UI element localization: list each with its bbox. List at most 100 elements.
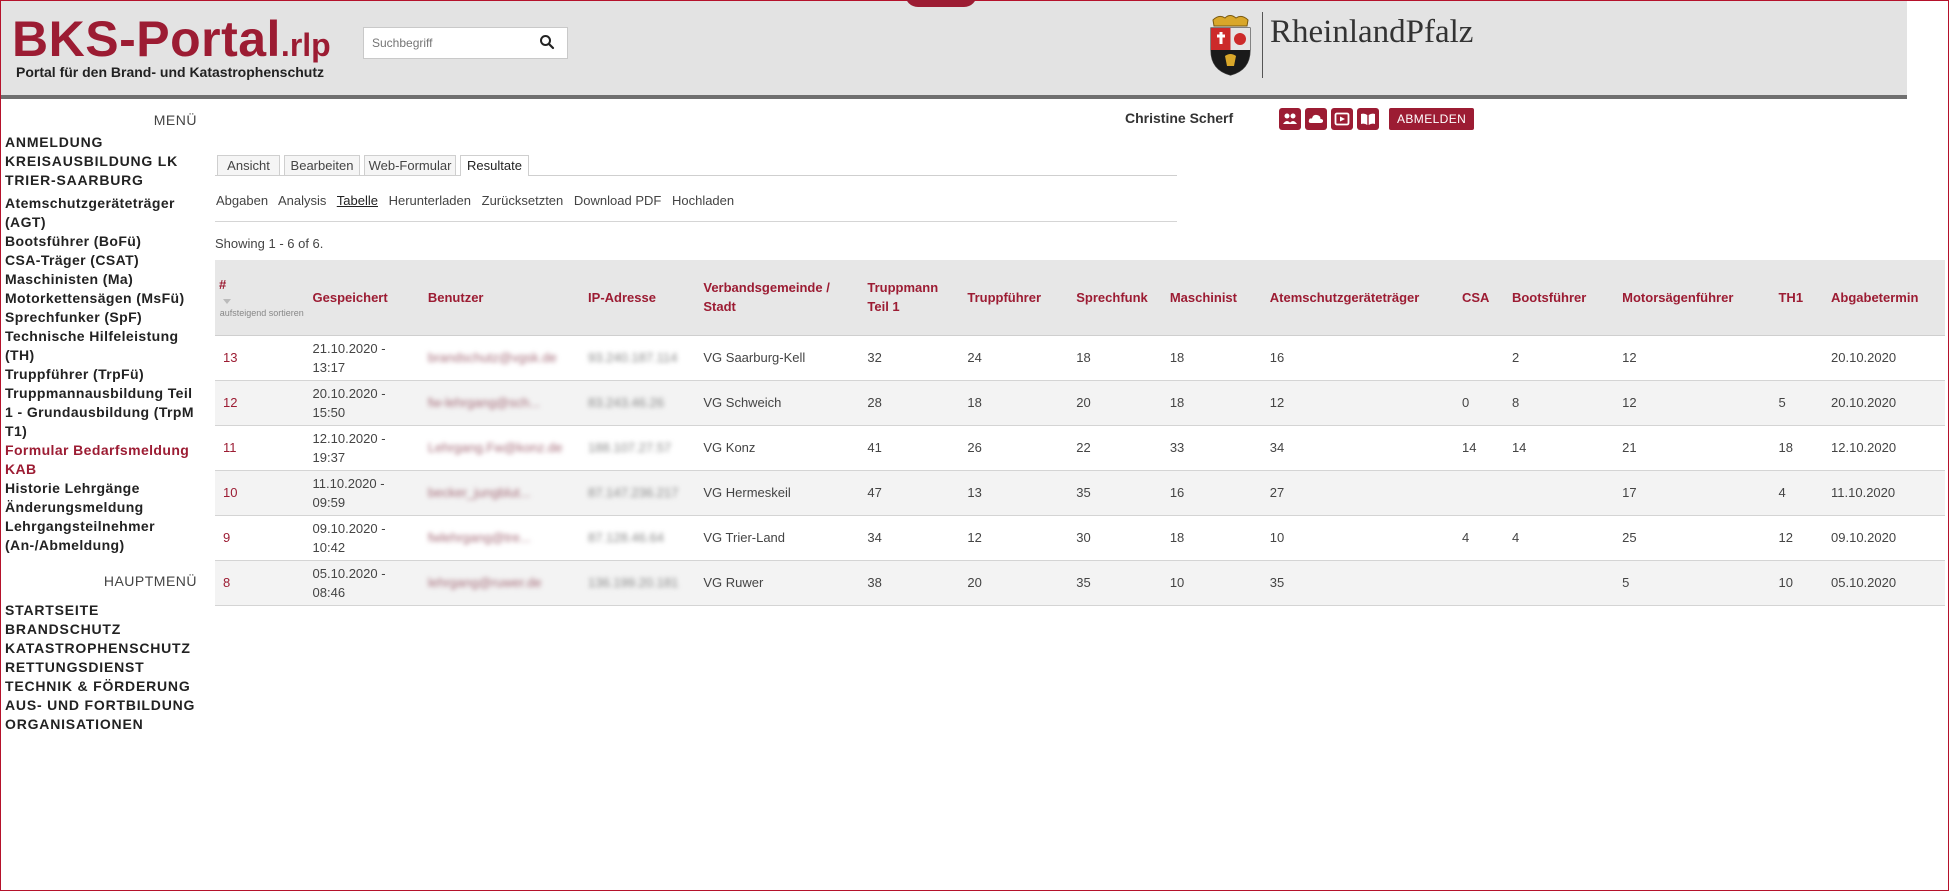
sidebar-item-historie[interactable]: Historie Lehrgänge [0,479,205,498]
portal-logo[interactable]: BKS-Portal.rlp [12,14,331,70]
column-header-motorsaege[interactable]: Motorsägenführer [1618,260,1774,335]
table-cell: 34 [1269,440,1285,455]
column-header-maschinist[interactable]: Maschinist [1166,260,1266,335]
subtab-analysis[interactable]: Analysis [278,193,326,208]
saved-date-cell: 21.10.2020 - 13:17 [312,340,386,375]
deadline-cell: 20.10.2020 [1831,350,1897,365]
subtab-herunterladen[interactable]: Herunterladen [389,193,471,208]
table-cell: 28 [867,395,882,410]
column-header-ip[interactable]: IP-Adresse [584,260,699,335]
column-header-th1[interactable]: TH1 [1774,260,1827,335]
main-menu-startseite[interactable]: STARTSEITE [0,601,205,620]
table-cell: 12 [1269,395,1285,410]
sidebar-item-aenderungsmeldung[interactable]: Änderungsmeldung [0,498,205,517]
tab-resultate[interactable]: Resultate [460,155,529,176]
submission-id-link[interactable]: 9 [215,515,309,560]
sidebar-item-spf[interactable]: Sprechfunker (SpF) [0,308,205,327]
table-cell: 35 [1269,575,1285,590]
table-cell: 33 [1169,440,1185,455]
column-header-bootsfuehrer[interactable]: Bootsführer [1508,260,1618,335]
sidebar-item-teilnehmer[interactable]: Lehrgangsteilnehmer (An-/Abmeldung) [0,517,205,555]
main-menu-rettungsdienst[interactable]: RETTUNGSDIENST [0,658,205,677]
table-cell [1458,560,1508,605]
submission-id-link[interactable]: 12 [215,380,309,425]
ip-address-cell: 87.128.46.64 [588,530,664,545]
column-header-truppfuehrer[interactable]: Truppführer [963,260,1072,335]
submission-id-link[interactable]: 10 [215,470,309,515]
column-header-id[interactable]: # aufsteigend sortieren [215,260,309,335]
main-menu-technik[interactable]: TECHNIK & FÖRDERUNG [0,677,205,696]
tab-ansicht[interactable]: Ansicht [217,155,280,175]
logo-divider [1262,12,1263,78]
table-cell: 35 [1076,485,1091,500]
table-cell: 5 [1778,395,1786,410]
submission-id-link[interactable]: 8 [215,560,309,605]
search-input[interactable] [372,34,532,52]
column-header-gespeichert[interactable]: Gespeichert [309,260,424,335]
logo-main: BKS-Portal [12,11,281,67]
saved-date-cell: 12.10.2020 - 19:37 [312,430,386,465]
tab-web-formular[interactable]: Web-Formular [364,155,456,175]
table-cell: 25 [1622,530,1637,545]
sidebar-item-bedarfsmeldung[interactable]: Formular Bedarfsmeldung KAB [0,441,205,479]
column-header-agt[interactable]: Atemschutzgeräteträger [1266,260,1458,335]
column-header-benutzer[interactable]: Benutzer [424,260,584,335]
group-icon[interactable] [1279,108,1301,130]
column-header-verbandsgemeinde[interactable]: Verbandsgemeinde / Stadt [699,260,863,335]
menu-heading: MENÜ [153,112,197,128]
tab-bearbeiten[interactable]: Bearbeiten [284,155,360,175]
subtab-abgaben[interactable]: Abgaben [216,193,268,208]
main-menu-katastrophenschutz[interactable]: KATASTROPHENSCHUTZ [0,639,205,658]
subtab-tabelle[interactable]: Tabelle [337,193,378,208]
play-icon[interactable] [1331,108,1353,130]
main-menu-ausbildung[interactable]: AUS- UND FORTBILDUNG [0,696,205,715]
submission-id-link[interactable]: 13 [215,335,309,380]
table-cell: 5 [1622,575,1630,590]
saved-date-cell: 09.10.2020 - 10:42 [312,520,386,555]
sort-down-icon[interactable] [223,299,231,305]
column-header-abgabetermin[interactable]: Abgabetermin [1827,260,1945,335]
main-menu-heading: HAUPTMENÜ [103,573,197,589]
subtab-zuruecksetzten[interactable]: Zurücksetzten [482,193,564,208]
table-cell: 20 [967,575,982,590]
submission-id-link[interactable]: 11 [215,425,309,470]
saved-date-cell: 05.10.2020 - 08:46 [312,565,386,600]
table-cell: 13 [967,485,982,500]
subtab-hochladen[interactable]: Hochladen [672,193,734,208]
table-cell: 12 [1778,530,1793,545]
municipality-cell: VG Konz [703,440,756,455]
table-cell: 18 [967,395,982,410]
ip-address-cell: 93.240.187.114 [588,350,678,365]
sidebar-item-msfu[interactable]: Motorkettensägen (MsFü) [0,289,205,308]
state-logo-text: RheinlandPfalz [1270,14,1474,50]
deadline-cell: 20.10.2020 [1831,395,1897,410]
sidebar-item-th[interactable]: Technische Hilfeleistung (TH) [0,327,205,365]
saved-date-cell: 20.10.2020 - 15:50 [312,385,386,420]
crest-icon [1210,15,1251,76]
column-header-sprechfunk[interactable]: Sprechfunk [1072,260,1166,335]
sidebar-item-ma[interactable]: Maschinisten (Ma) [0,270,205,289]
table-cell [1458,335,1508,380]
table-cell [1458,470,1508,515]
table-cell: 8 [1511,395,1520,410]
table-cell: 47 [867,485,882,500]
column-header-csa[interactable]: CSA [1458,260,1508,335]
table-row: 10 11.10.2020 - 09:59 becker_jungblut... 87… [215,470,1945,515]
logout-button[interactable]: ABMELDEN [1389,108,1475,130]
sidebar-item-trpfu[interactable]: Truppführer (TrpFü) [0,365,205,384]
main-menu-brandschutz[interactable]: BRANDSCHUTZ [0,620,205,639]
sidebar-item-bofu[interactable]: Bootsführer (BoFü) [0,232,205,251]
ip-address-cell: 87.147.236.217 [588,485,679,500]
sidebar-item-trpm[interactable]: Truppmannausbildung Teil 1 - Grundausbil… [0,384,205,441]
sidebar-item-csat[interactable]: CSA-Träger (CSAT) [0,251,205,270]
sidebar-item-agt[interactable]: Atemschutzgeräteträger (AGT) [0,194,205,232]
main-menu-organisationen[interactable]: ORGANISATIONEN [0,715,205,734]
book-icon[interactable] [1357,108,1379,130]
column-header-truppmann[interactable]: Truppmann Teil 1 [863,260,963,335]
subtab-bar: Abgaben Analysis Tabelle Herunterladen Z… [216,193,741,208]
search-icon[interactable] [539,34,555,55]
table-row: 11 12.10.2020 - 19:37 Lehrgang.Fw@konz.de 1… [215,425,1945,470]
subtab-download-pdf[interactable]: Download PDF [574,193,661,208]
sidebar-item-anmeldung[interactable]: ANMELDUNG KREISAUSBILDUNG LK TRIER-SAARB… [0,133,205,190]
cloud-icon[interactable] [1305,108,1327,130]
